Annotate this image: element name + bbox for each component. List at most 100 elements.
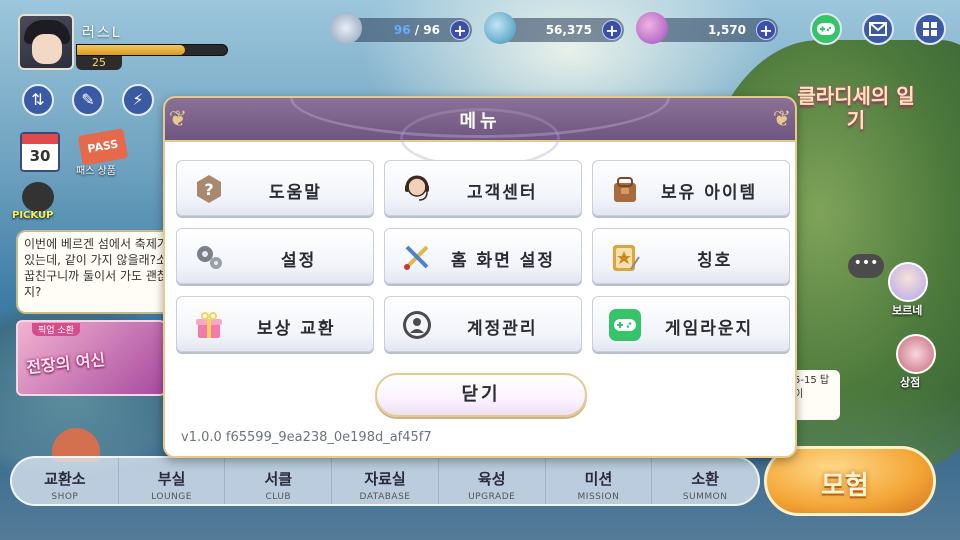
owned-items-label: 보유 아이템 <box>661 183 758 203</box>
stamina-icon <box>330 12 362 44</box>
nav-lounge[interactable]: 부실 LOUNGE <box>119 458 226 504</box>
character-speech-bubble: 이번에 베르겐 섬에서 축제가 있는데, 같이 가지 않을래?소꿉친구니까 둘이… <box>16 230 176 314</box>
gem-value: 1,570 <box>708 23 746 37</box>
event-banner[interactable]: 픽업 소환 전장의 여신 <box>16 320 166 396</box>
mail-button[interactable] <box>862 13 894 45</box>
shop-label: 상점 <box>900 376 921 389</box>
dialog-title: 메뉴 <box>459 111 501 132</box>
exp-bar <box>76 44 228 56</box>
help-button[interactable]: ? 도움말 <box>176 160 374 216</box>
nav-summon-sublabel: SUMMON <box>682 492 728 502</box>
close-button[interactable]: 닫기 <box>375 373 587 417</box>
pickup-shortcut[interactable]: PICKUP <box>12 182 62 226</box>
diary-event-title[interactable]: 클라디세의 일기 <box>796 84 916 132</box>
stamina-current: 96 <box>393 23 411 37</box>
edit-button[interactable]: ✎ <box>72 84 104 116</box>
nav-database[interactable]: 자료실 DATABASE <box>332 458 439 504</box>
gem-counter: 1,570 + <box>636 12 778 44</box>
nav-shop-sublabel: SHOP <box>51 492 79 502</box>
pickup-label: PICKUP <box>12 210 54 221</box>
player-avatar[interactable] <box>18 14 74 70</box>
shop-character-icon[interactable] <box>896 334 936 374</box>
nav-upgrade[interactable]: 육성 UPGRADE <box>439 458 546 504</box>
nav-lounge-label: 부실 <box>157 470 186 488</box>
stamina-value: 96 / 96 <box>394 23 440 37</box>
player-level: 25 <box>76 56 122 70</box>
game-lounge-label: 게임라운지 <box>665 319 754 339</box>
exp-bar-fill <box>77 45 185 55</box>
title-label: 칭호 <box>697 251 733 271</box>
nav-upgrade-label: 육성 <box>477 470 506 488</box>
nav-summon[interactable]: 소환 SUMMON <box>652 458 758 504</box>
nav-mission[interactable]: 미션 MISSION <box>546 458 653 504</box>
stamina-plus-button[interactable]: + <box>450 20 470 40</box>
version-text: v1.0.0 f65599_9ea238_0e198d_af45f7 <box>181 430 432 445</box>
svg-text:?: ? <box>204 180 213 199</box>
nav-lounge-sublabel: LOUNGE <box>151 492 192 502</box>
gamepad-icon <box>609 309 641 341</box>
grid-menu-icon <box>923 22 937 36</box>
pickup-character-icon <box>22 182 54 212</box>
nav-mission-label: 미션 <box>584 470 613 488</box>
home-screen-settings-button[interactable]: 홈 화면 설정 <box>384 228 582 284</box>
switch-button[interactable]: ⇅ <box>22 84 54 116</box>
game-lounge-button[interactable]: 게임라운지 <box>592 296 790 352</box>
more-dots-icon[interactable]: ••• <box>848 254 884 278</box>
edit-icon: ✎ <box>81 90 95 109</box>
account-management-button[interactable]: 계정관리 <box>384 296 582 352</box>
stage-note: 5-15 탑이 <box>790 370 840 420</box>
title-book-icon <box>613 245 640 271</box>
headset-icon <box>405 175 429 201</box>
gold-value: 56,375 <box>545 23 592 37</box>
settings-button[interactable]: 설정 <box>176 228 374 284</box>
avatar-face <box>32 34 62 64</box>
bag-icon <box>614 177 636 202</box>
boost-button[interactable]: ⚡ <box>122 84 154 116</box>
nav-database-sublabel: DATABASE <box>359 492 411 502</box>
nav-database-label: 자료실 <box>364 470 406 488</box>
account-management-label: 계정관리 <box>467 319 538 339</box>
nav-upgrade-sublabel: UPGRADE <box>468 492 516 502</box>
character-icon[interactable] <box>888 262 928 302</box>
game-lounge-shortcut[interactable] <box>810 13 842 45</box>
character-label: 보르네 <box>892 304 923 317</box>
stamina-counter: 96 / 96 + <box>330 12 472 44</box>
adventure-label: 모험 <box>821 471 869 501</box>
support-label: 고객센터 <box>467 183 538 203</box>
support-button[interactable]: 고객센터 <box>384 160 582 216</box>
reward-exchange-button[interactable]: 보상 교환 <box>176 296 374 352</box>
nav-club-sublabel: CLUB <box>265 492 292 502</box>
home-screen-settings-label: 홈 화면 설정 <box>451 251 556 271</box>
nav-shop-label: 교환소 <box>44 470 86 488</box>
menu-dialog: ❦ ❦ 메뉴 ? 도움말 고객센터 보유 아이템 설정 홈 화면 설정 칭호 보… <box>163 96 797 458</box>
attendance-calendar[interactable]: 30 <box>20 132 60 172</box>
dialog-header: ❦ ❦ 메뉴 <box>165 98 795 168</box>
nav-shop[interactable]: 교환소 SHOP <box>12 458 119 504</box>
gamepad-icon <box>817 23 835 35</box>
menu-button[interactable] <box>914 13 946 45</box>
nav-summon-label: 소환 <box>691 470 719 488</box>
brush-icon <box>404 245 429 270</box>
title-button[interactable]: 칭호 <box>592 228 790 284</box>
player-name: 러스L <box>82 25 122 41</box>
gold-counter: 56,375 + <box>484 12 624 44</box>
gears-icon <box>197 246 222 269</box>
lightning-icon: ⚡ <box>132 90 144 109</box>
event-tag: 픽업 소환 <box>32 323 80 336</box>
swap-arrows-icon: ⇅ <box>31 90 45 109</box>
gold-plus-button[interactable]: + <box>602 20 622 40</box>
gold-icon <box>484 12 516 44</box>
mail-icon <box>869 22 887 36</box>
stamina-max: 96 <box>423 23 440 37</box>
nav-club[interactable]: 서클 CLUB <box>225 458 333 504</box>
gem-plus-button[interactable]: + <box>756 20 776 40</box>
help-label: 도움말 <box>269 183 322 203</box>
nav-mission-sublabel: MISSION <box>577 492 620 502</box>
owned-items-button[interactable]: 보유 아이템 <box>592 160 790 216</box>
settings-label: 설정 <box>281 251 317 271</box>
pass-label: 패스 상품 <box>76 166 116 177</box>
bottom-nav: 교환소 SHOP 부실 LOUNGE 서클 CLUB 자료실 DATABASE 육성 UP… <box>10 456 760 506</box>
nav-club-label: 서클 <box>264 470 293 488</box>
help-icon: ? <box>197 175 221 203</box>
gem-icon <box>636 12 668 44</box>
